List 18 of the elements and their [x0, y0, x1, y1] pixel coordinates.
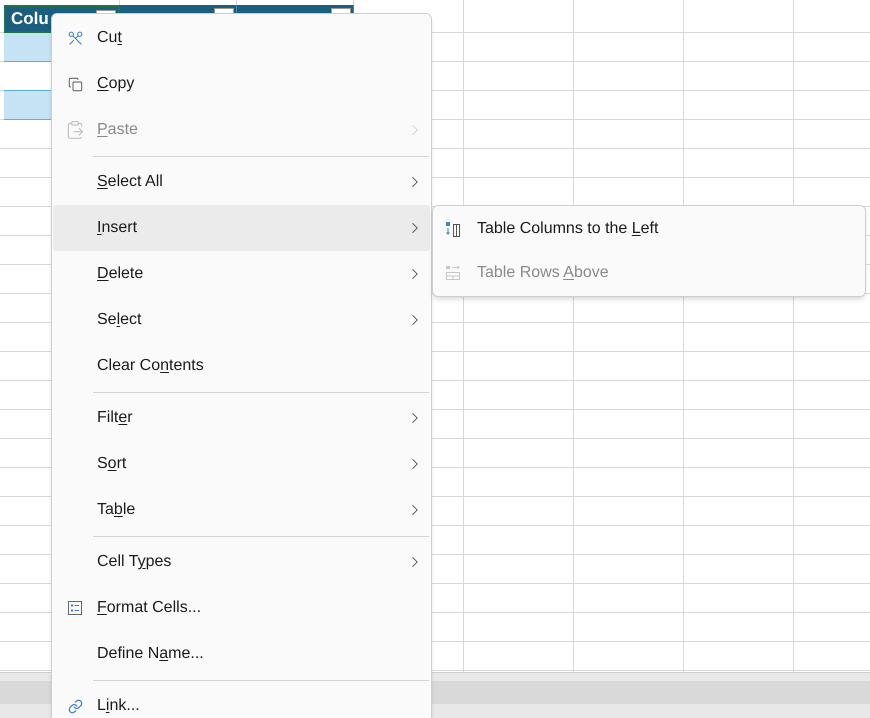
menu-item-label: Define Name...	[97, 645, 204, 662]
menu-item-label: Copy	[97, 75, 134, 92]
menu-item-label: Format Cells...	[97, 599, 202, 616]
menu-item-label: Table	[97, 501, 136, 518]
menu-item-label: Table Columns to the Left	[477, 220, 658, 237]
menu-item-label: Cut	[97, 29, 122, 46]
menu-item-label: Clear Contents	[97, 357, 204, 374]
menu-item-label: Select	[97, 311, 142, 328]
menu-item-label: Paste	[97, 121, 138, 138]
menu-item-label: Filter	[97, 409, 133, 426]
menu-item-label: Select All	[97, 173, 163, 190]
menu-item-label: Link...	[97, 697, 140, 714]
menu-item-label: Insert	[97, 219, 138, 236]
menu-item-label: Delete	[97, 265, 144, 282]
menu-item-label: Cell Types	[97, 553, 172, 570]
header-text: Colu	[11, 8, 49, 30]
menu-item-label: Table Rows Above	[477, 264, 609, 281]
menu-item-label: Sort	[97, 455, 126, 472]
